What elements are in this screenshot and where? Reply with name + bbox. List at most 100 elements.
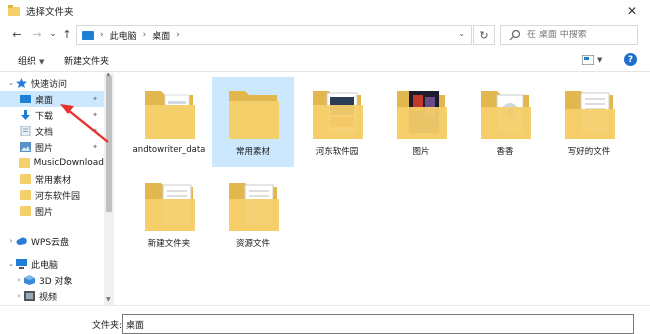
breadcrumb-separator-icon: › bbox=[100, 30, 104, 40]
folder-name-value: 桌面 bbox=[126, 320, 145, 331]
view-options-button[interactable]: ▼ bbox=[582, 54, 604, 66]
computer-icon bbox=[82, 30, 94, 40]
chevron-down-icon: ▼ bbox=[39, 58, 45, 66]
folder-item[interactable]: 新建文件夹 bbox=[128, 169, 210, 259]
sidebar-item-downloads[interactable]: 下载 ✦ bbox=[0, 107, 104, 123]
sidebar-item-common-materials[interactable]: 常用素材 bbox=[0, 171, 104, 187]
sidebar-item-pictures-folder[interactable]: 图片 bbox=[0, 203, 104, 219]
organize-menu[interactable]: 组织 ▼ bbox=[18, 54, 44, 67]
folder-icon bbox=[20, 174, 31, 184]
sidebar-item-desktop[interactable]: 桌面 ✦ bbox=[0, 91, 104, 107]
file-name: 资源文件 bbox=[235, 239, 270, 249]
folder-item[interactable]: 常用素材 bbox=[212, 77, 294, 167]
breadcrumb-desktop[interactable]: 桌面 bbox=[152, 29, 170, 42]
computer-icon bbox=[16, 259, 27, 269]
file-list-view: andtowriter_data 常用素材 河东软件园 图片 香香 写好的文件 … bbox=[116, 73, 650, 305]
chevron-right-icon[interactable]: › bbox=[14, 276, 24, 284]
scroll-down-icon[interactable]: ▼ bbox=[106, 296, 111, 303]
search-icon bbox=[509, 29, 521, 41]
search-box[interactable] bbox=[500, 25, 638, 45]
sidebar-scrollbar[interactable]: ▲ ▼ bbox=[104, 73, 114, 305]
sidebar-item-quick-access[interactable]: ⌄ 快速访问 bbox=[0, 75, 104, 91]
new-folder-button[interactable]: 新建文件夹 bbox=[64, 54, 109, 67]
document-icon bbox=[20, 126, 31, 136]
folder-label: 文件夹: bbox=[92, 321, 123, 331]
recent-locations-button[interactable]: ⌄ bbox=[46, 27, 60, 41]
command-toolbar: 组织 ▼ 新建文件夹 ▼ ? bbox=[0, 48, 650, 72]
folder-item[interactable]: 香香 bbox=[464, 77, 546, 167]
scrollbar-thumb[interactable] bbox=[106, 76, 112, 212]
back-button[interactable]: ← bbox=[10, 27, 24, 41]
sidebar-item-pictures[interactable]: 图片 ✦ bbox=[0, 139, 104, 155]
folder-app-icon bbox=[8, 5, 20, 16]
folder-with-documents-icon bbox=[145, 91, 195, 139]
chevron-down-icon[interactable]: ⌄ bbox=[6, 79, 16, 87]
folder-with-photos-icon bbox=[397, 91, 447, 139]
up-button[interactable]: ↑ bbox=[60, 27, 74, 41]
sidebar-item-this-pc[interactable]: ⌄ 此电脑 bbox=[0, 256, 104, 272]
chevron-down-icon: ▼ bbox=[597, 56, 603, 64]
sidebar-item-label: 视频 bbox=[39, 292, 58, 303]
pin-icon[interactable]: ✦ bbox=[92, 127, 98, 135]
organize-label: 组织 bbox=[18, 57, 37, 67]
folder-item[interactable]: 资源文件 bbox=[212, 169, 294, 259]
folder-icon bbox=[20, 190, 31, 200]
cloud-icon bbox=[16, 237, 27, 245]
chevron-down-icon[interactable]: ⌄ bbox=[6, 260, 16, 268]
file-name: 香香 bbox=[496, 147, 514, 157]
folder-item[interactable]: 写好的文件 bbox=[548, 77, 630, 167]
search-input[interactable] bbox=[527, 30, 627, 40]
breadcrumb-separator-icon: › bbox=[142, 30, 147, 40]
sidebar-item-documents[interactable]: 文档 ✦ bbox=[0, 123, 104, 139]
navigation-pane: ⌄ 快速访问 桌面 ✦ 下载 ✦ 文档 ✦ 图片 ✦ MusicDownload… bbox=[0, 73, 116, 305]
file-name: andtowriter_data bbox=[132, 145, 206, 155]
close-button[interactable]: ✕ bbox=[614, 0, 650, 22]
folder-with-documents-icon bbox=[145, 183, 195, 231]
star-icon bbox=[16, 78, 27, 88]
folder-with-screenshots-icon bbox=[313, 91, 363, 139]
navigation-bar: ← → ⌄ ↑ › 此电脑 › 桌面 › ⌄ ↻ bbox=[0, 22, 650, 48]
file-name: 河东软件园 bbox=[315, 147, 359, 157]
sidebar-item-label: 图片 bbox=[35, 207, 54, 218]
sidebar-item-wps-cloud[interactable]: › WPS云盘 bbox=[0, 233, 104, 249]
address-dropdown-icon[interactable]: ⌄ bbox=[458, 29, 465, 38]
folder-icon bbox=[229, 91, 279, 139]
pin-icon[interactable]: ✦ bbox=[92, 111, 98, 119]
sidebar-item-hedong-software[interactable]: 河东软件园 bbox=[0, 187, 104, 203]
close-icon: ✕ bbox=[626, 4, 638, 18]
sidebar-item-3d-objects[interactable]: › 3D 对象 bbox=[0, 272, 104, 288]
title-bar: 选择文件夹 ✕ bbox=[0, 0, 650, 22]
folder-item[interactable]: 河东软件园 bbox=[296, 77, 378, 167]
sidebar-item-label: 图片 bbox=[35, 143, 54, 154]
folder-name-input[interactable]: 桌面 bbox=[122, 314, 634, 334]
folder-with-media-icon bbox=[481, 91, 531, 139]
forward-button[interactable]: → bbox=[30, 27, 44, 41]
file-name: 图片 bbox=[412, 147, 430, 157]
folder-with-papers-icon bbox=[229, 183, 279, 231]
file-name: 常用素材 bbox=[235, 147, 270, 157]
address-bar[interactable]: › 此电脑 › 桌面 › ⌄ bbox=[76, 25, 472, 45]
help-button[interactable]: ? bbox=[624, 53, 637, 66]
pin-icon[interactable]: ✦ bbox=[92, 143, 98, 151]
sidebar-item-label: 快速访问 bbox=[31, 79, 68, 90]
sidebar-item-label: 桌面 bbox=[35, 95, 54, 106]
sidebar-item-label: 下载 bbox=[35, 111, 54, 122]
sidebar-item-label: 文档 bbox=[35, 127, 54, 138]
folder-item[interactable]: 图片 bbox=[380, 77, 462, 167]
file-name: 新建文件夹 bbox=[147, 239, 191, 249]
help-icon: ? bbox=[627, 54, 634, 65]
up-arrow-icon: ↑ bbox=[62, 27, 72, 41]
refresh-button[interactable]: ↻ bbox=[473, 25, 495, 45]
folder-with-papers-icon bbox=[565, 91, 615, 139]
chevron-right-icon[interactable]: › bbox=[14, 292, 24, 300]
folder-item[interactable]: andtowriter_data bbox=[128, 77, 210, 167]
sidebar-item-musicdownload[interactable]: MusicDownload bbox=[0, 155, 104, 171]
back-arrow-icon: ← bbox=[12, 27, 22, 41]
refresh-icon: ↻ bbox=[479, 28, 489, 42]
pin-icon[interactable]: ✦ bbox=[92, 95, 98, 103]
breadcrumb-this-pc[interactable]: 此电脑 bbox=[110, 29, 137, 42]
breadcrumb-separator-icon: › bbox=[176, 30, 180, 40]
sidebar-item-label: 常用素材 bbox=[35, 175, 72, 186]
chevron-right-icon[interactable]: › bbox=[6, 237, 16, 245]
sidebar-item-videos[interactable]: › 视频 bbox=[0, 288, 104, 304]
